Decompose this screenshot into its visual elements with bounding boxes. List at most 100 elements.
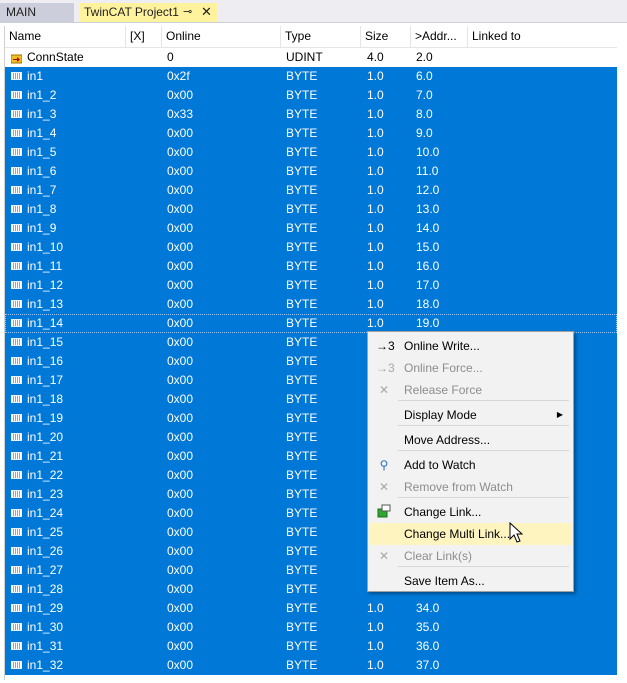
var-name: in1_10: [27, 240, 64, 254]
table-row[interactable]: in1_2 0x00 BYTE 1.0 7.0: [5, 86, 617, 105]
online-force-icon: →3: [376, 361, 395, 375]
col-header-linked-to[interactable]: Linked to: [468, 26, 617, 47]
data-type: BYTE: [286, 278, 318, 292]
input-variable-icon: [11, 376, 22, 384]
size: 1.0: [367, 183, 384, 197]
data-type: BYTE: [286, 525, 318, 539]
input-variable-icon: [11, 471, 22, 479]
data-type: BYTE: [286, 487, 318, 501]
table-row[interactable]: in1_3 0x33 BYTE 1.0 8.0: [5, 105, 617, 124]
menu-item-online-write[interactable]: →3 Online Write...: [370, 335, 571, 357]
table-row[interactable]: in1_4 0x00 BYTE 1.0 9.0: [5, 124, 617, 143]
menu-item-label: Online Write...: [404, 339, 480, 353]
menu-item-label: Change Link...: [404, 505, 482, 519]
input-variable-icon: [11, 148, 22, 156]
table-row[interactable]: in1_31 0x00 BYTE 1.0 36.0: [5, 637, 617, 656]
table-row[interactable]: in1 0x2f BYTE 1.0 6.0: [5, 67, 617, 86]
table-row[interactable]: in1_32 0x00 BYTE 1.0 37.0: [5, 656, 617, 675]
table-row[interactable]: in1_6 0x00 BYTE 1.0 11.0: [5, 162, 617, 181]
online-value: 0x00: [167, 259, 194, 273]
menu-item-online-force[interactable]: →3 Online Force...: [370, 357, 571, 379]
menu-item-display-mode[interactable]: Display Mode ▶: [370, 404, 571, 426]
online-value: 0: [167, 50, 174, 64]
var-name: in1_13: [27, 297, 64, 311]
menu-item-label: Remove from Watch: [404, 480, 513, 494]
var-name: in1_12: [27, 278, 64, 292]
address: 11.0: [416, 164, 439, 178]
var-name: in1_14: [27, 316, 64, 330]
online-value: 0x00: [167, 202, 194, 216]
table-row[interactable]: in1_8 0x00 BYTE 1.0 13.0: [5, 200, 617, 219]
clear-link-icon: ✕: [378, 549, 390, 563]
data-type: BYTE: [286, 316, 318, 330]
size: 4.0: [367, 50, 384, 64]
var-name: in1_19: [27, 411, 64, 425]
release-force-icon: ✕: [378, 383, 390, 397]
input-variable-icon: [11, 528, 22, 536]
address: 14.0: [416, 221, 440, 235]
input-variable-icon: [11, 357, 22, 365]
menu-item-change-link[interactable]: Change Link...: [370, 501, 571, 523]
table-row[interactable]: in1_10 0x00 BYTE 1.0 15.0: [5, 238, 617, 257]
table-row[interactable]: in1_29 0x00 BYTE 1.0 34.0: [5, 599, 617, 618]
close-icon[interactable]: ✕: [201, 3, 212, 21]
online-value: 0x00: [167, 506, 194, 520]
menu-item-label: Display Mode: [404, 408, 477, 422]
table-row[interactable]: in1_5 0x00 BYTE 1.0 10.0: [5, 143, 617, 162]
online-value: 0x00: [167, 335, 194, 349]
input-variable-icon: [11, 395, 22, 403]
online-value: 0x00: [167, 278, 194, 292]
var-name: in1_25: [27, 525, 64, 539]
col-header-size[interactable]: Size: [361, 26, 411, 47]
menu-item-release-force[interactable]: ✕ Release Force: [370, 379, 571, 401]
size: 1.0: [367, 240, 384, 254]
menu-item-move-address[interactable]: Move Address...: [370, 429, 571, 451]
tab-main[interactable]: MAIN: [0, 3, 74, 22]
address: 16.0: [416, 259, 440, 273]
online-value: 0x00: [167, 582, 194, 596]
menu-item-save-item-as[interactable]: Save Item As...: [370, 570, 571, 592]
menu-item-change-multi-link[interactable]: Change Multi Link...: [370, 523, 571, 545]
col-header-force[interactable]: [X]: [126, 26, 162, 47]
conn-state-icon: [10, 51, 23, 64]
online-value: 0x00: [167, 145, 194, 159]
size: 1.0: [367, 221, 384, 235]
data-type: BYTE: [286, 259, 318, 273]
col-header-type[interactable]: Type: [281, 26, 361, 47]
col-header-address[interactable]: >Addr...: [411, 26, 468, 47]
data-type: BYTE: [286, 373, 318, 387]
table-row[interactable]: ConnState 0 UDINT 4.0 2.0: [5, 48, 617, 67]
online-value: 0x00: [167, 658, 194, 672]
table-row[interactable]: in1_7 0x00 BYTE 1.0 12.0: [5, 181, 617, 200]
menu-item-add-to-watch[interactable]: ⚲ Add to Watch: [370, 454, 571, 476]
input-variable-icon: [11, 642, 22, 650]
menu-item-remove-from-watch[interactable]: ✕ Remove from Watch: [370, 476, 571, 498]
table-row[interactable]: in1_12 0x00 BYTE 1.0 17.0: [5, 276, 617, 295]
size: 1.0: [367, 297, 384, 311]
var-name: in1_8: [27, 202, 57, 216]
var-name: in1_22: [27, 468, 64, 482]
data-type: BYTE: [286, 335, 318, 349]
pin-icon[interactable]: ⊸: [183, 3, 192, 21]
online-value: 0x00: [167, 126, 194, 140]
menu-item-label: Add to Watch: [404, 458, 476, 472]
online-value: 0x2f: [167, 69, 190, 83]
address: 34.0: [416, 601, 440, 615]
size: 1.0: [367, 639, 384, 653]
input-variable-icon: [11, 205, 22, 213]
online-value: 0x00: [167, 449, 194, 463]
table-row[interactable]: in1_11 0x00 BYTE 1.0 16.0: [5, 257, 617, 276]
data-type: BYTE: [286, 411, 318, 425]
address: 12.0: [416, 183, 440, 197]
input-variable-icon: [11, 129, 22, 137]
col-header-online[interactable]: Online: [162, 26, 281, 47]
data-type: BYTE: [286, 240, 318, 254]
menu-item-clear-link-s[interactable]: ✕ Clear Link(s): [370, 545, 571, 567]
table-row[interactable]: in1_30 0x00 BYTE 1.0 35.0: [5, 618, 617, 637]
size: 1.0: [367, 620, 384, 634]
tab-twincat-project1[interactable]: TwinCAT Project1 ⊸ ✕: [80, 3, 217, 22]
table-row[interactable]: in1_13 0x00 BYTE 1.0 18.0: [5, 295, 617, 314]
online-value: 0x00: [167, 639, 194, 653]
col-header-name[interactable]: Name: [5, 26, 126, 47]
table-row[interactable]: in1_9 0x00 BYTE 1.0 14.0: [5, 219, 617, 238]
